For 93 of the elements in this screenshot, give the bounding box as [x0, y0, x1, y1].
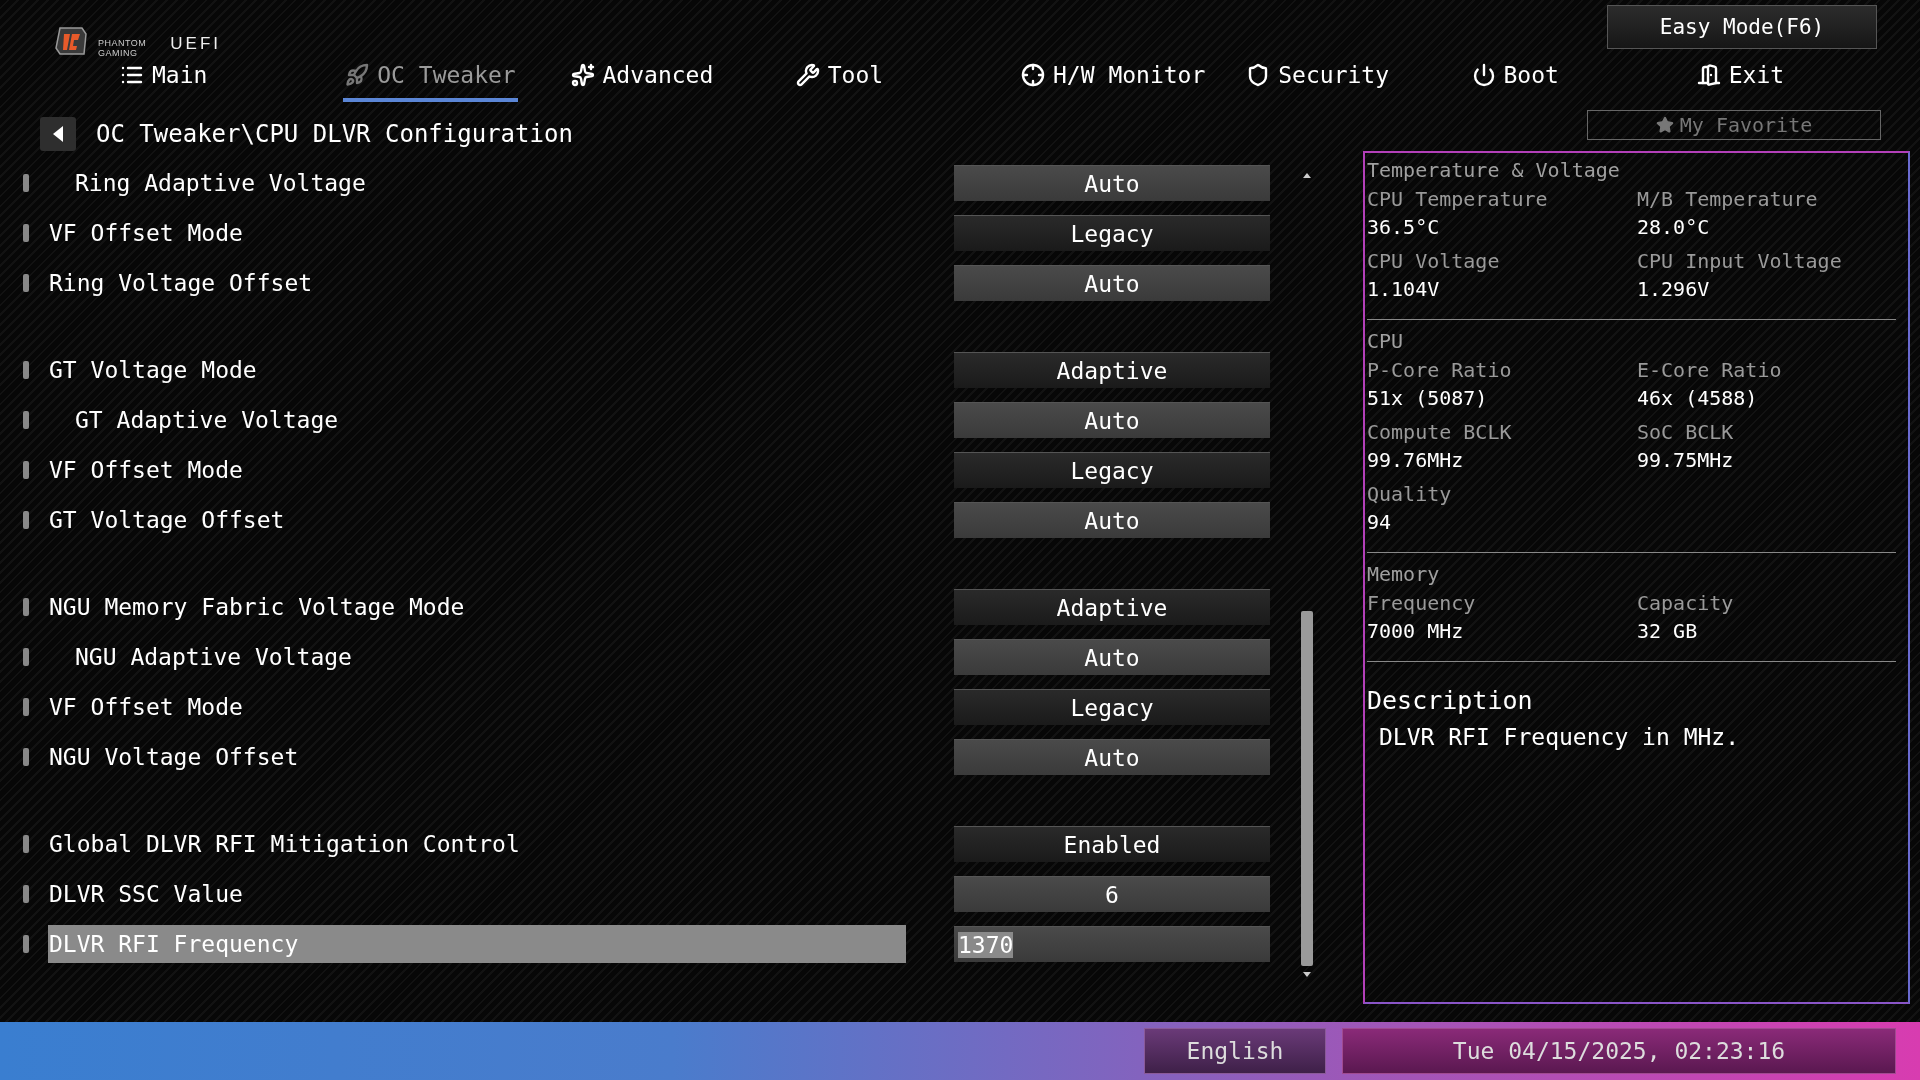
setting-label[interactable]: GT Voltage Mode: [49, 357, 257, 383]
monitor-value: 36.5°C: [1367, 214, 1441, 241]
option-select[interactable]: Adaptive: [954, 589, 1270, 625]
nav-tab[interactable]: OC Tweaker: [343, 58, 518, 102]
row-marker: [23, 274, 29, 292]
row-marker: [23, 411, 29, 429]
row-marker: [23, 698, 29, 716]
row-marker: [23, 648, 29, 666]
setting-label[interactable]: Ring Voltage Offset: [49, 270, 313, 296]
row-marker: [23, 748, 29, 766]
nav-tab[interactable]: Security: [1244, 58, 1392, 102]
value-field[interactable]: Auto: [954, 402, 1270, 438]
row-marker: [23, 224, 29, 242]
setting-label[interactable]: NGU Memory Fabric Voltage Mode: [49, 594, 465, 620]
row-marker: [23, 835, 29, 853]
setting-label[interactable]: VF Offset Mode: [49, 457, 243, 483]
setting-label[interactable]: NGU Adaptive Voltage: [49, 644, 352, 670]
row-marker: [23, 511, 29, 529]
back-button[interactable]: [40, 117, 76, 151]
section-title: Temperature & Voltage: [1367, 157, 1621, 184]
monitor-value: 94: [1367, 509, 1393, 536]
setting-label[interactable]: VF Offset Mode: [49, 694, 243, 720]
value-field[interactable]: Auto: [954, 265, 1270, 301]
monitor-label: Capacity: [1637, 590, 1735, 617]
monitor-label: CPU Input Voltage: [1637, 248, 1843, 275]
brand-text: GAMING: [98, 48, 139, 58]
brand-text: PHANTOM: [98, 38, 147, 48]
monitor-value: 32 GB: [1637, 618, 1699, 645]
setting-label[interactable]: Ring Adaptive Voltage: [49, 170, 366, 196]
breadcrumb-path: OC Tweaker\CPU DLVR Configuration: [96, 120, 573, 148]
product-label: UEFI: [170, 34, 222, 54]
monitor-label: Frequency: [1367, 590, 1477, 617]
language-button[interactable]: English: [1144, 1028, 1326, 1074]
option-select[interactable]: Enabled: [954, 826, 1270, 862]
option-select[interactable]: Legacy: [954, 689, 1270, 725]
setting-label[interactable]: Global DLVR RFI Mitigation Control: [49, 831, 520, 857]
value-field[interactable]: 6: [954, 876, 1270, 912]
star-icon: [1655, 116, 1674, 134]
monitor-value: 1.104V: [1367, 276, 1441, 303]
row-marker: [23, 461, 29, 479]
nav-tab[interactable]: Exit: [1694, 58, 1787, 102]
description-text: DLVR RFI Frequency in MHz.: [1379, 724, 1741, 750]
monitor-value: 99.76MHz: [1367, 447, 1465, 474]
description-title: Description: [1367, 685, 1534, 717]
setting-label[interactable]: NGU Voltage Offset: [49, 744, 299, 770]
monitor-value: 28.0°C: [1637, 214, 1711, 241]
nav-tab[interactable]: Tool: [793, 58, 886, 102]
power-icon: [1471, 63, 1496, 87]
row-marker: [23, 885, 29, 903]
monitor-value: 46x (4588): [1637, 385, 1759, 412]
easy-mode-button[interactable]: Easy Mode(F6): [1607, 5, 1877, 49]
monitor-label: M/B Temperature: [1637, 186, 1819, 213]
star-icon: [570, 63, 595, 87]
monitor-value: 7000 MHz: [1367, 618, 1465, 645]
option-select[interactable]: Legacy: [954, 452, 1270, 488]
monitor-label: E-Core Ratio: [1637, 357, 1783, 384]
date-time: Tue 04/15/2025, 02:23:16: [1342, 1028, 1896, 1074]
rocket-icon: [345, 63, 370, 87]
monitor-label: CPU Temperature: [1367, 186, 1549, 213]
monitor-value: 1.296V: [1637, 276, 1711, 303]
nav-tab[interactable]: Boot: [1469, 58, 1561, 102]
row-marker: [23, 174, 29, 192]
monitor-label: SoC BCLK: [1637, 419, 1735, 446]
section-title: CPU: [1367, 328, 1405, 355]
monitor-value: 99.75MHz: [1637, 447, 1735, 474]
nav-tab[interactable]: Advanced: [568, 58, 716, 102]
monitor-label: Quality: [1367, 481, 1453, 508]
row-marker: [23, 598, 29, 616]
row-marker: [23, 935, 29, 953]
nav-tab[interactable]: H/W Monitor: [1019, 58, 1208, 102]
monitor-value: 51x (5087): [1367, 385, 1489, 412]
section-title: Memory: [1367, 561, 1441, 588]
setting-label[interactable]: DLVR SSC Value: [49, 881, 243, 907]
logo-icon: [54, 24, 88, 58]
value-field[interactable]: Auto: [954, 739, 1270, 775]
row-marker: [23, 361, 29, 379]
monitor-label: P-Core Ratio: [1367, 357, 1513, 384]
value-field[interactable]: Auto: [954, 502, 1270, 538]
setting-label[interactable]: GT Adaptive Voltage: [49, 407, 339, 433]
value-field[interactable]: Auto: [954, 165, 1270, 201]
my-favorite-button[interactable]: My Favorite: [1587, 110, 1881, 140]
setting-label[interactable]: GT Voltage Offset: [49, 507, 285, 533]
door-icon: [1696, 63, 1721, 87]
crosshair-icon: [1021, 63, 1045, 87]
value-field[interactable]: Auto: [954, 639, 1270, 675]
scroll-thumb[interactable]: [1301, 611, 1313, 966]
nav-tab[interactable]: Main: [118, 58, 210, 102]
option-select[interactable]: Adaptive: [954, 352, 1270, 388]
setting-label[interactable]: VF Offset Mode: [49, 220, 243, 246]
monitor-label: Compute BCLK: [1367, 419, 1513, 446]
option-select[interactable]: Legacy: [954, 215, 1270, 251]
wrench-icon: [795, 63, 820, 87]
monitor-label: CPU Voltage: [1367, 248, 1501, 275]
